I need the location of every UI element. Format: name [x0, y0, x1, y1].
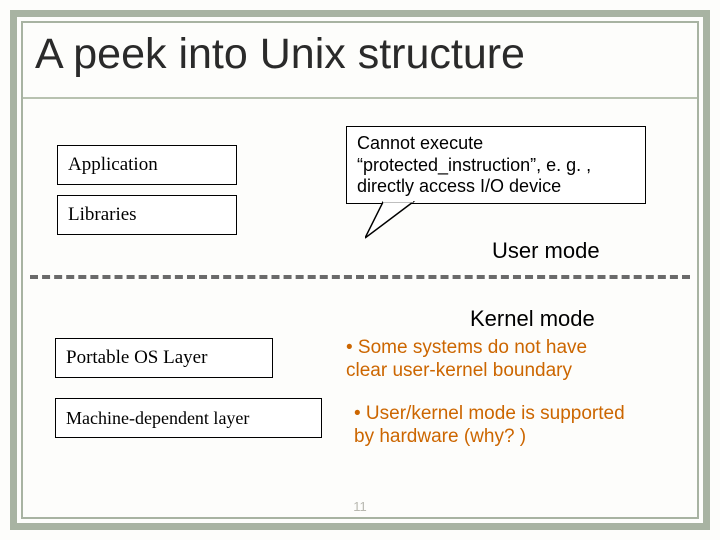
label-user-mode: User mode: [492, 238, 600, 264]
box-libraries: Libraries: [57, 195, 237, 235]
box-application: Application: [57, 145, 237, 185]
bullet-2: • User/kernel mode is supported by hardw…: [354, 402, 634, 448]
box-machdep-label: Machine-dependent layer: [66, 408, 249, 429]
mode-divider-dashed-line: [30, 275, 690, 279]
box-portable-os-layer: Portable OS Layer: [55, 338, 273, 378]
slide: A peek into Unix structure Application L…: [0, 0, 720, 540]
box-libraries-label: Libraries: [68, 204, 137, 226]
box-portable-label: Portable OS Layer: [66, 347, 207, 369]
callout-box: Cannot execute “protected_instruction”, …: [346, 126, 646, 204]
box-machine-dependent-layer: Machine-dependent layer: [55, 398, 322, 438]
page-number: 11: [0, 499, 720, 514]
slide-title: A peek into Unix structure: [35, 30, 685, 79]
bullet-1: • Some systems do not have clear user-ke…: [346, 336, 626, 382]
box-application-label: Application: [68, 154, 158, 176]
title-underline: [23, 97, 697, 99]
callout-text: Cannot execute “protected_instruction”, …: [357, 133, 591, 196]
label-kernel-mode: Kernel mode: [470, 306, 595, 332]
